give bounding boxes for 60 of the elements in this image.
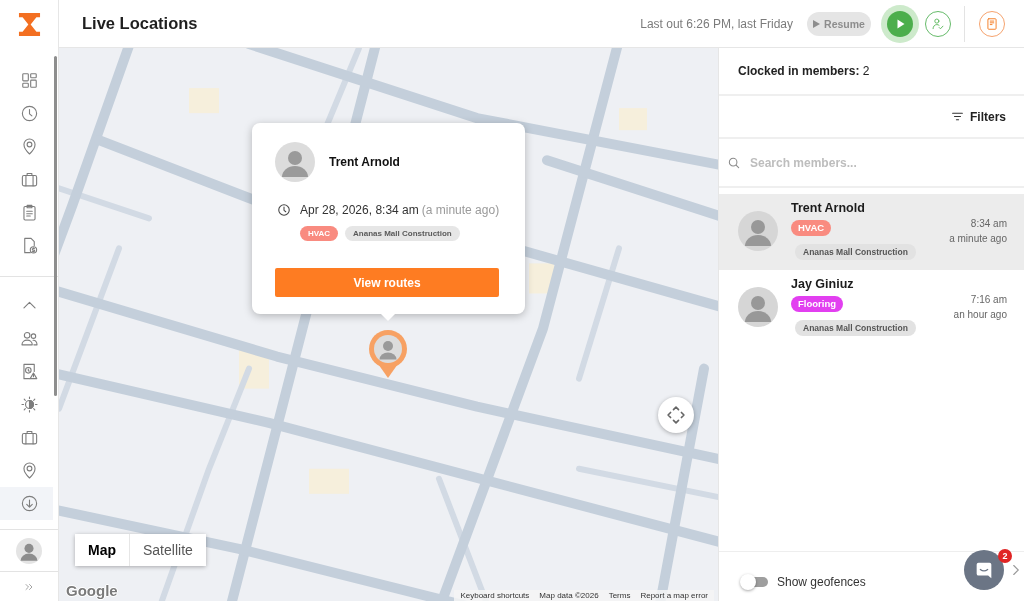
- member-name: Trent Arnold: [329, 155, 400, 169]
- play-icon: [887, 10, 913, 37]
- location-datetime: Apr 28, 2026, 8:34 am: [300, 203, 419, 217]
- member-row[interactable]: Jay Giniuz Flooring Ananas Mall Construction 7:16 am an hour ago: [719, 270, 1024, 346]
- scrollbar-thumb[interactable]: [54, 56, 57, 396]
- map-logo: Google: [66, 582, 118, 599]
- user-avatar: [275, 142, 315, 182]
- fullscreen-icon: [666, 405, 686, 425]
- search-field[interactable]: Search members...: [750, 150, 1012, 175]
- filter-icon: [951, 110, 964, 123]
- user-avatar[interactable]: [16, 537, 42, 564]
- trade-tag: HVAC: [791, 220, 832, 236]
- page-title: Live Locations: [82, 14, 198, 33]
- people-icon: [19, 329, 39, 348]
- download-icon: [19, 494, 39, 513]
- attribution-link[interactable]: Report a map error: [640, 591, 708, 600]
- member-name: Jay Giniuz: [791, 277, 854, 292]
- attribution-link[interactable]: Terms: [608, 591, 631, 600]
- relative-time: an hour ago: [953, 308, 1007, 322]
- map-type-tab[interactable]: Map: [75, 534, 129, 566]
- geofence-label: Show geofences: [777, 574, 866, 589]
- avatar-map-marker[interactable]: [368, 329, 408, 379]
- dashboard-icon: [19, 71, 39, 90]
- user-avatar: [738, 211, 778, 251]
- play-icon: [813, 19, 821, 28]
- attribution-link[interactable]: Map data ©2026: [539, 591, 599, 600]
- filters-button[interactable]: Filters: [951, 109, 1006, 124]
- user-avatar: [738, 287, 778, 327]
- member-name: Trent Arnold: [791, 201, 865, 216]
- document-button[interactable]: [979, 10, 1005, 37]
- start-button[interactable]: [881, 4, 919, 43]
- clocked-in-count: Clocked in members: 2: [738, 64, 870, 78]
- project-tag: Ananas Mall Construction: [795, 244, 916, 260]
- trade-tag: HVAC: [300, 226, 339, 241]
- project-tag: Ananas Mall Construction: [795, 320, 916, 336]
- clock-in-time: 7:16 am: [970, 293, 1007, 307]
- relative-time: a minute ago: [949, 232, 1007, 246]
- map-type-tab[interactable]: Satellite: [129, 534, 206, 566]
- search-icon: [727, 155, 741, 170]
- project-tag: Ananas Mall Construction: [345, 226, 460, 241]
- briefcase-icon: [19, 170, 39, 189]
- relative-time: (a minute ago): [421, 203, 500, 217]
- attribution-link[interactable]: Keyboard shortcuts: [460, 591, 530, 600]
- sidebar-nav-item[interactable]: [0, 487, 53, 520]
- briefcase-icon: [19, 428, 39, 447]
- clock-icon: [19, 104, 39, 123]
- notification-badge: 2: [998, 549, 1012, 563]
- chevron-right-icon[interactable]: [1013, 564, 1019, 576]
- chat-button[interactable]: [964, 550, 1004, 590]
- clock-in-time: 8:34 am: [970, 217, 1007, 231]
- app-logo: [17, 11, 41, 37]
- person-check-icon: [931, 16, 945, 31]
- clock-icon: [277, 203, 291, 217]
- geofence-toggle[interactable]: [740, 573, 768, 590]
- member-row[interactable]: Trent Arnold HVAC Ananas Mall Construction 8:34 am a minute ago: [719, 194, 1024, 270]
- brightness-icon: [19, 395, 39, 414]
- document-icon: [985, 16, 999, 31]
- trade-tag: Flooring: [791, 296, 843, 312]
- last-out-text: Last out 6:26 PM, last Friday: [640, 16, 793, 31]
- person-check-button[interactable]: [925, 10, 951, 37]
